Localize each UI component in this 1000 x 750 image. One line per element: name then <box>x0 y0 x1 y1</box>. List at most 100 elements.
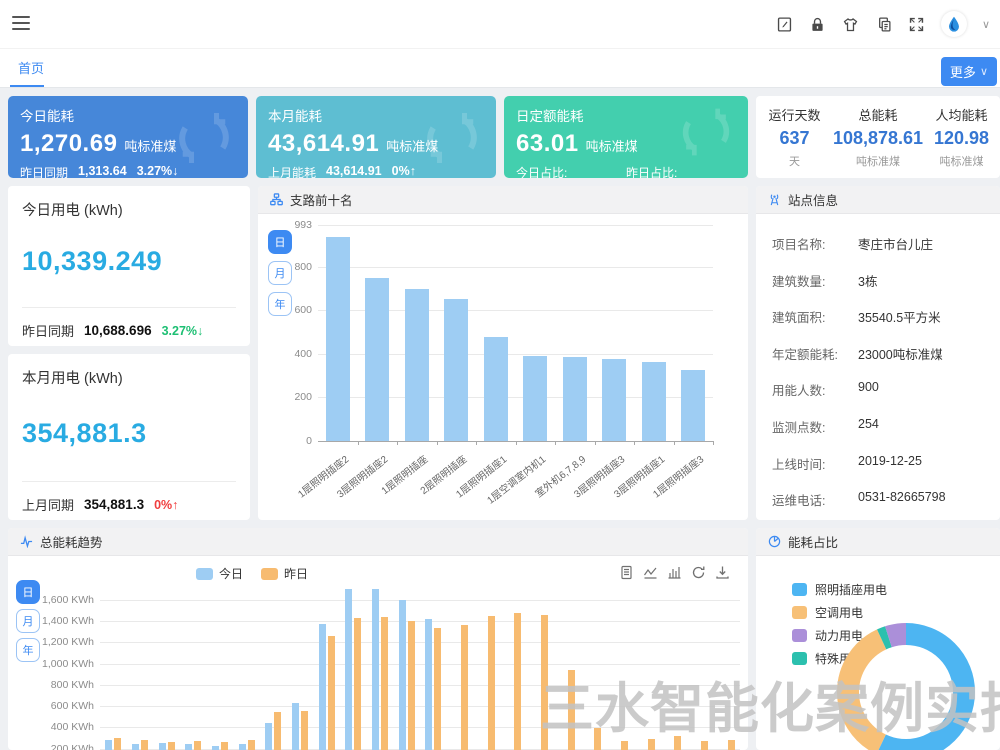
card-today-electricity: 今日用电 (kWh) 10,339.249 昨日同期 10,688.696 3.… <box>8 186 250 346</box>
period-button-年[interactable]: 年 <box>16 638 40 662</box>
card-title: 今日用电 (kWh) <box>22 199 236 220</box>
id-card-icon[interactable] <box>875 15 893 33</box>
site-info-row: 用能人数:900 <box>756 380 1000 400</box>
x-axis-tick <box>674 441 675 445</box>
trend-bar-today <box>345 589 352 750</box>
branch-bar <box>642 362 666 441</box>
trend-bar-today <box>212 746 219 750</box>
x-axis-tick <box>634 441 635 445</box>
card-sub-value: 43,614.91 <box>326 164 382 178</box>
lock-icon[interactable] <box>809 15 827 33</box>
site-info-value: 0531-82665798 <box>858 490 946 504</box>
x-axis-tick <box>397 441 398 445</box>
recycle-icon <box>678 104 734 160</box>
gridline <box>100 642 740 643</box>
trend-bar-yesterday <box>594 728 601 750</box>
trend-bar-yesterday <box>301 711 308 750</box>
hamburger-menu-icon[interactable] <box>12 16 30 32</box>
trend-bar-today <box>159 743 166 750</box>
card-sub-value: 1,313.64 <box>78 164 127 178</box>
site-info-value: 23000吨标准煤 <box>858 344 943 363</box>
overview-stats-panel: 运行天数 637 天 总能耗 108,878.61 吨标准煤 人均能耗 120.… <box>756 96 1000 178</box>
site-info-value: 3栋 <box>858 271 877 290</box>
trend-bar-yesterday <box>194 741 201 750</box>
trend-bar-yesterday <box>728 740 735 750</box>
chevron-down-icon: ∨ <box>980 65 988 78</box>
card-sub-label: 今日占比: <box>516 166 567 178</box>
card-sub-label2: 昨日占比: <box>626 166 677 178</box>
x-axis-tick <box>437 441 438 445</box>
site-info-value: 254 <box>858 417 879 431</box>
site-info-row: 监测点数:254 <box>756 417 1000 437</box>
y-axis-tick: 400 <box>258 348 312 360</box>
trend-bar-yesterday <box>114 738 121 750</box>
period-button-日[interactable]: 日 <box>268 230 292 254</box>
energy-share-panel: 能耗占比 照明插座用电空调用电动力用电特殊用电 <box>756 528 1000 750</box>
recycle-icon <box>174 108 234 168</box>
card-value: 354,881.3 <box>22 418 236 449</box>
site-info-row: 项目名称:枣庄市台儿庄 <box>756 234 1000 254</box>
x-axis-tick <box>713 441 714 445</box>
trend-bar-yesterday <box>141 740 148 750</box>
edit-note-icon[interactable] <box>776 15 794 33</box>
panel-title: 支路前十名 <box>290 190 353 209</box>
branch-bar <box>444 299 468 441</box>
more-button[interactable]: 更多∨ <box>941 57 997 86</box>
card-value: 10,339.249 <box>22 246 236 277</box>
trend-bar-today <box>292 703 299 750</box>
chevron-down-icon[interactable]: ∨ <box>982 18 990 31</box>
y-axis-tick: 400 KWh <box>8 721 94 733</box>
card-month-electricity: 本月用电 (kWh) 354,881.3 上月同期 354,881.3 0%↑ <box>8 354 250 520</box>
trend-bar-yesterday <box>461 625 468 750</box>
fullscreen-icon[interactable] <box>908 15 926 33</box>
trend-bar-today <box>265 723 272 750</box>
site-info-label: 年定额能耗: <box>772 344 838 363</box>
site-info-value: 900 <box>858 380 879 394</box>
gridline <box>100 621 740 622</box>
trend-bar-yesterday <box>221 742 228 750</box>
gridline <box>318 267 713 268</box>
x-axis-tick <box>555 441 556 445</box>
tab-home[interactable]: 首页 <box>14 49 48 88</box>
trend-bar-today <box>105 740 112 750</box>
card-today-energy: 今日能耗 1,270.69吨标准煤 昨日同期1,313.643.27%↓ <box>8 96 248 178</box>
period-button-日[interactable]: 日 <box>16 580 40 604</box>
period-button-年[interactable]: 年 <box>268 292 292 316</box>
site-info-value: 枣庄市台儿庄 <box>858 234 933 253</box>
trend-bar-today <box>239 744 246 750</box>
x-axis-tick <box>595 441 596 445</box>
branch-bar <box>326 237 350 441</box>
x-axis-tick <box>358 441 359 445</box>
gridline <box>100 706 740 707</box>
branch-bar <box>602 359 626 441</box>
dashboard-page: ∨ 首页 更多∨ 今日能耗 1,270.69吨标准煤 昨日同期1,313.643… <box>0 0 1000 750</box>
compare-value: 354,881.3 <box>84 497 144 512</box>
trend-bar-yesterday <box>408 621 415 750</box>
trend-bar-yesterday <box>674 736 681 750</box>
trend-bar-yesterday <box>274 712 281 750</box>
site-info-label: 建筑面积: <box>772 307 825 326</box>
x-axis-tick <box>476 441 477 445</box>
card-sub-label: 昨日同期 <box>20 164 68 178</box>
gridline <box>100 600 740 601</box>
y-axis-tick: 200 KWh <box>8 743 94 750</box>
branch-bar <box>405 289 429 441</box>
branch-bar <box>484 337 508 441</box>
theme-shirt-icon[interactable] <box>842 15 860 33</box>
site-info-rows: 项目名称:枣庄市台儿庄建筑数量:3栋建筑面积:35540.5平方米年定额能耗:2… <box>756 214 1000 520</box>
trend-bar-today <box>132 744 139 750</box>
energy-trend-panel: 总能耗趋势 今日昨日 1,600 KWh1,400 KWh1,200 KWh1,… <box>8 528 748 750</box>
card-unit: 吨标准煤 <box>586 136 638 155</box>
trend-bar-today <box>319 624 326 750</box>
period-button-月[interactable]: 月 <box>16 609 40 633</box>
compare-value: 10,688.696 <box>84 323 152 338</box>
y-axis-tick: 600 KWh <box>8 700 94 712</box>
gridline <box>100 664 740 665</box>
site-info-panel: 站点信息 项目名称:枣庄市台儿庄建筑数量:3栋建筑面积:35540.5平方米年定… <box>756 186 1000 520</box>
site-info-row: 运维电话:0531-82665798 <box>756 490 1000 510</box>
topbar: ∨ <box>0 0 1000 48</box>
period-button-月[interactable]: 月 <box>268 261 292 285</box>
branch-bar <box>365 278 389 441</box>
card-title: 本月用电 (kWh) <box>22 367 236 388</box>
logo-waterdrop-icon[interactable] <box>941 11 967 37</box>
